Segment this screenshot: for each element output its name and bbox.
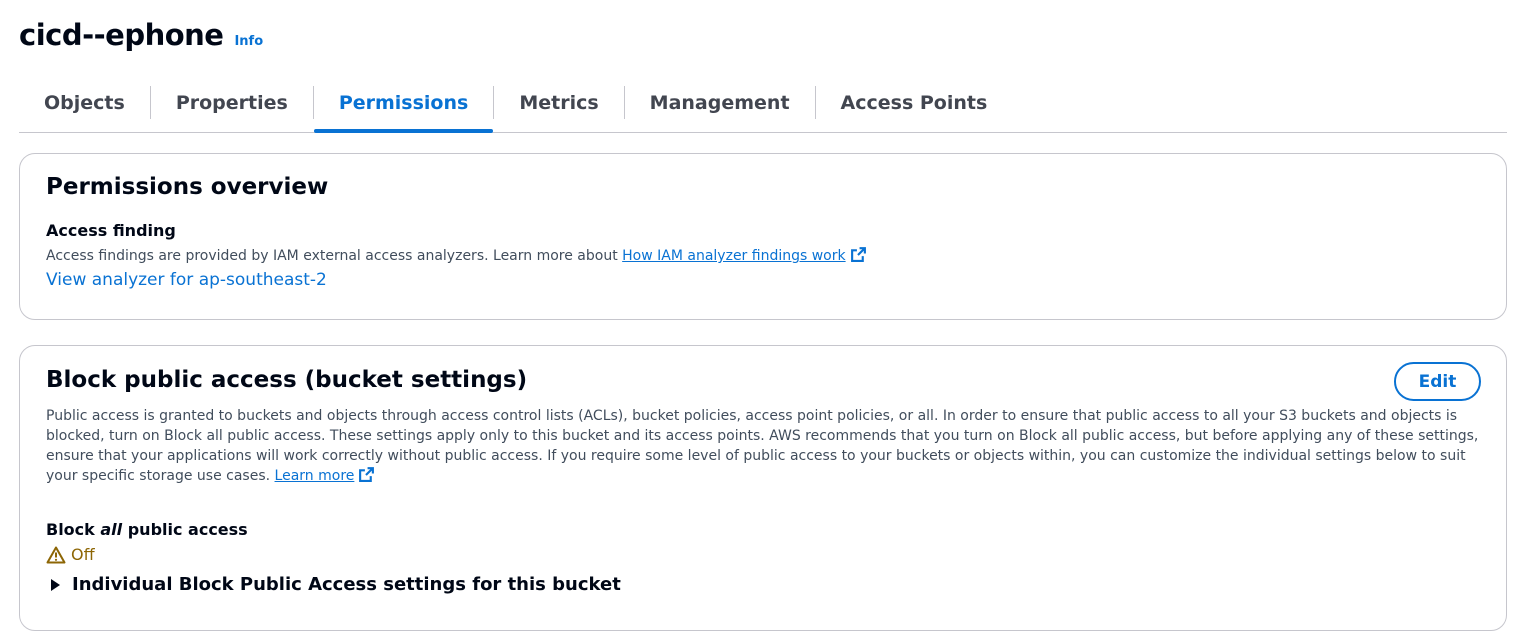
description-text: Public access is granted to buckets and … <box>46 408 1479 484</box>
tab-permissions[interactable]: Permissions <box>313 78 494 133</box>
link-text: How IAM analyzer findings work <box>622 248 846 264</box>
block-all-public-access-label: Block all public access <box>46 520 248 539</box>
tab-bar: Objects Properties Permissions Metrics M… <box>19 78 1507 133</box>
page-title: cicd--ephone <box>19 18 224 52</box>
caret-right-icon <box>51 578 60 591</box>
warning-icon <box>46 546 66 563</box>
block-public-access-title: Block public access (bucket settings) <box>46 367 528 393</box>
learn-more-link[interactable]: Learn more <box>274 467 376 484</box>
access-finding-description: Access findings are provided by IAM exte… <box>46 246 867 266</box>
label-part: Block <box>46 520 95 539</box>
block-public-access-card: Block public access (bucket settings) Ed… <box>19 345 1507 631</box>
block-public-access-description: Public access is granted to buckets and … <box>46 406 1482 486</box>
status-text: Off <box>71 545 95 564</box>
tab-properties[interactable]: Properties <box>151 78 313 132</box>
link-text: Learn more <box>274 468 355 484</box>
label-emphasis: all <box>100 520 123 539</box>
tab-label: Management <box>649 92 790 114</box>
info-link[interactable]: Info <box>234 34 263 49</box>
edit-button[interactable]: Edit <box>1394 362 1481 401</box>
tab-label: Metrics <box>519 92 599 114</box>
tab-metrics[interactable]: Metrics <box>494 78 623 132</box>
tab-management[interactable]: Management <box>625 78 815 132</box>
tab-label: Access Points <box>840 92 988 114</box>
page-header: cicd--ephone Info <box>19 18 263 52</box>
label-part: public access <box>127 520 248 539</box>
description-text: Access findings are provided by IAM exte… <box>46 248 618 264</box>
view-analyzer-link[interactable]: View analyzer for ap-southeast-2 <box>46 270 327 290</box>
tab-label: Properties <box>175 92 288 114</box>
access-finding-label: Access finding <box>46 221 176 240</box>
permissions-overview-title: Permissions overview <box>46 174 329 200</box>
external-link-icon <box>359 467 375 482</box>
iam-findings-link[interactable]: How IAM analyzer findings work <box>622 247 866 264</box>
individual-settings-expander[interactable]: Individual Block Public Access settings … <box>50 574 621 595</box>
expander-label: Individual Block Public Access settings … <box>72 574 621 595</box>
tab-access-points[interactable]: Access Points <box>816 78 1013 132</box>
external-link-icon <box>850 247 866 262</box>
tab-label: Objects <box>44 92 125 114</box>
tab-objects[interactable]: Objects <box>19 78 150 132</box>
permissions-overview-card: Permissions overview Access finding Acce… <box>19 153 1507 320</box>
status-indicator: Off <box>46 545 95 564</box>
tab-label: Permissions <box>338 92 469 114</box>
